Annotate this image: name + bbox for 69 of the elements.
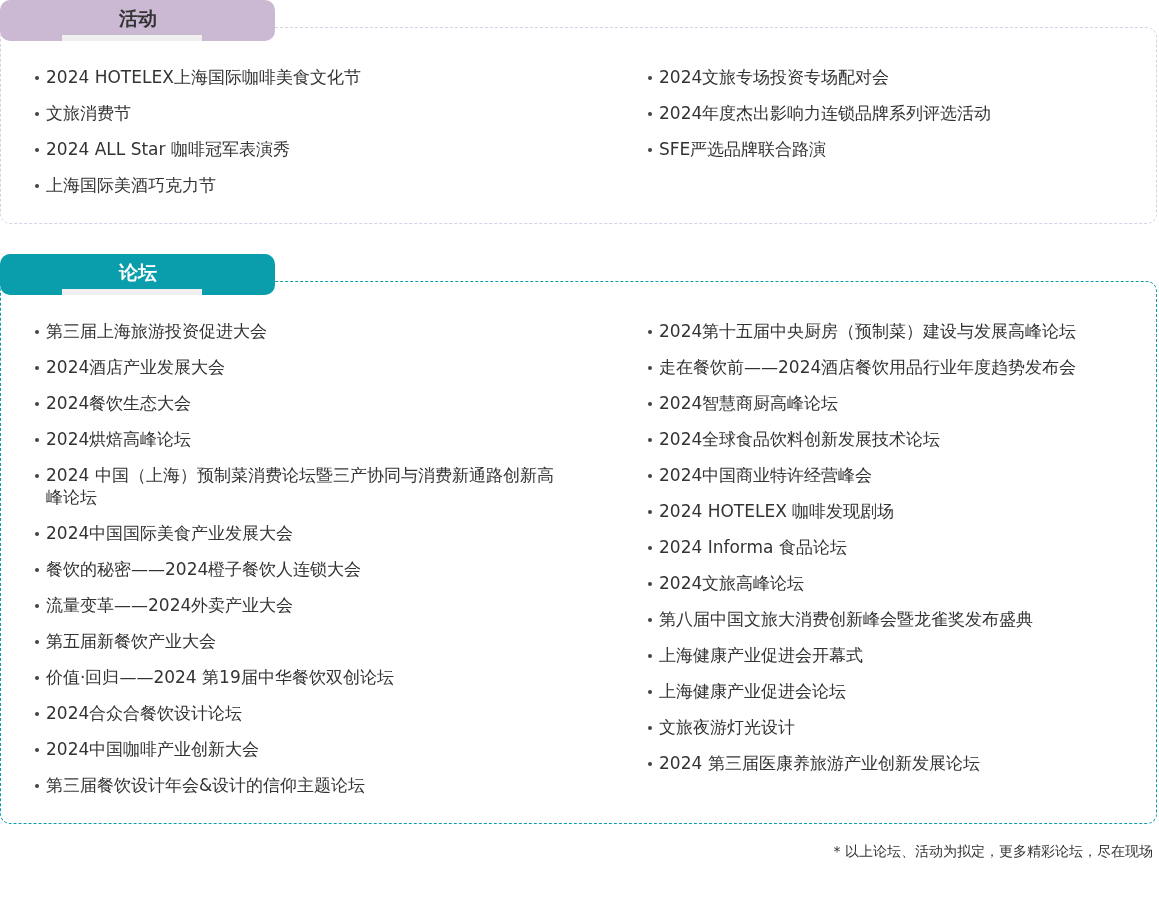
bullet-icon — [648, 546, 652, 550]
list-item: 2024 中国（上海）预制菜消费论坛暨三产协同与消费新通路创新高峰论坛 — [46, 464, 555, 508]
bullet-icon — [648, 76, 652, 80]
bullet-icon — [648, 366, 652, 370]
bullet-icon — [35, 402, 39, 406]
bullet-icon — [648, 474, 652, 478]
list-item: 价值·回归——2024 第19届中华餐饮双创论坛 — [46, 666, 394, 688]
list-item: 2024中国国际美食产业发展大会 — [46, 522, 294, 544]
bullet-icon — [648, 510, 652, 514]
list-item: 2024 ALL Star 咖啡冠军表演秀 — [46, 138, 290, 160]
bullet-icon — [35, 712, 39, 716]
bullet-icon — [648, 690, 652, 694]
bullet-icon — [648, 726, 652, 730]
bullet-icon — [648, 618, 652, 622]
list-item: 上海健康产业促进会开幕式 — [659, 644, 863, 666]
list-item: 2024第十五届中央厨房（预制菜）建设与发展高峰论坛 — [659, 320, 1077, 342]
list-item: 2024文旅专场投资专场配对会 — [659, 66, 890, 88]
bullet-icon — [35, 76, 39, 80]
bullet-icon — [648, 762, 652, 766]
bullet-icon — [648, 438, 652, 442]
list-item: 2024中国商业特许经营峰会 — [659, 464, 873, 486]
list-item: 2024 Informa 食品论坛 — [659, 536, 847, 558]
bullet-icon — [35, 604, 39, 608]
bullet-icon — [35, 366, 39, 370]
bullet-icon — [648, 402, 652, 406]
bullet-icon — [648, 112, 652, 116]
list-item: 上海国际美酒巧克力节 — [46, 174, 216, 196]
list-item: 第五届新餐饮产业大会 — [46, 630, 216, 652]
bullet-icon — [35, 148, 39, 152]
bullet-icon — [35, 112, 39, 116]
list-item: 文旅夜游灯光设计 — [659, 716, 795, 738]
list-item: 2024文旅高峰论坛 — [659, 572, 805, 594]
list-item: 上海健康产业促进会论坛 — [659, 680, 846, 702]
bullet-icon — [35, 330, 39, 334]
list-item: 第三届餐饮设计年会&设计的信仰主题论坛 — [46, 774, 366, 796]
list-item: 2024 HOTELEX上海国际咖啡美食文化节 — [46, 66, 361, 88]
bullet-icon — [35, 438, 39, 442]
list-item: 2024全球食品饮料创新发展技术论坛 — [659, 428, 941, 450]
bullet-icon — [35, 532, 39, 536]
list-item: 2024 HOTELEX 咖啡发现剧场 — [659, 500, 895, 522]
bullet-icon — [35, 676, 39, 680]
footnote: * 以上论坛、活动为拟定，更多精彩论坛，尽在现场 — [833, 842, 1153, 861]
bullet-icon — [35, 474, 39, 478]
section-title: 活动 — [118, 6, 157, 31]
list-item: 2024合众合餐饮设计论坛 — [46, 702, 243, 724]
list-item: 第三届上海旅游投资促进大会 — [46, 320, 267, 342]
bullet-icon — [648, 654, 652, 658]
bullet-icon — [35, 568, 39, 572]
list-item: 餐饮的秘密——2024橙子餐饮人连锁大会 — [46, 558, 362, 580]
list-item: 2024酒店产业发展大会 — [46, 356, 226, 378]
bullet-icon — [648, 148, 652, 152]
bullet-icon — [648, 582, 652, 586]
bullet-icon — [35, 784, 39, 788]
list-item: 2024餐饮生态大会 — [46, 392, 192, 414]
list-item: 2024烘焙高峰论坛 — [46, 428, 192, 450]
list-item: 文旅消费节 — [46, 102, 131, 124]
list-item: 2024智慧商厨高峰论坛 — [659, 392, 839, 414]
bullet-icon — [35, 184, 39, 188]
list-item: 2024年度杰出影响力连锁品牌系列评选活动 — [659, 102, 992, 124]
bullet-icon — [35, 640, 39, 644]
list-item: 2024中国咖啡产业创新大会 — [46, 738, 260, 760]
list-item: 2024 第三届医康养旅游产业创新发展论坛 — [659, 752, 980, 774]
list-item: 流量变革——2024外卖产业大会 — [46, 594, 294, 616]
bullet-icon — [648, 330, 652, 334]
list-item: SFE严选品牌联合路演 — [659, 138, 827, 160]
list-item: 走在餐饮前——2024酒店餐饮用品行业年度趋势发布会 — [659, 356, 1077, 378]
section-title: 论坛 — [118, 260, 157, 285]
bullet-icon — [35, 748, 39, 752]
list-item: 第八届中国文旅大消费创新峰会暨龙雀奖发布盛典 — [659, 608, 1033, 630]
